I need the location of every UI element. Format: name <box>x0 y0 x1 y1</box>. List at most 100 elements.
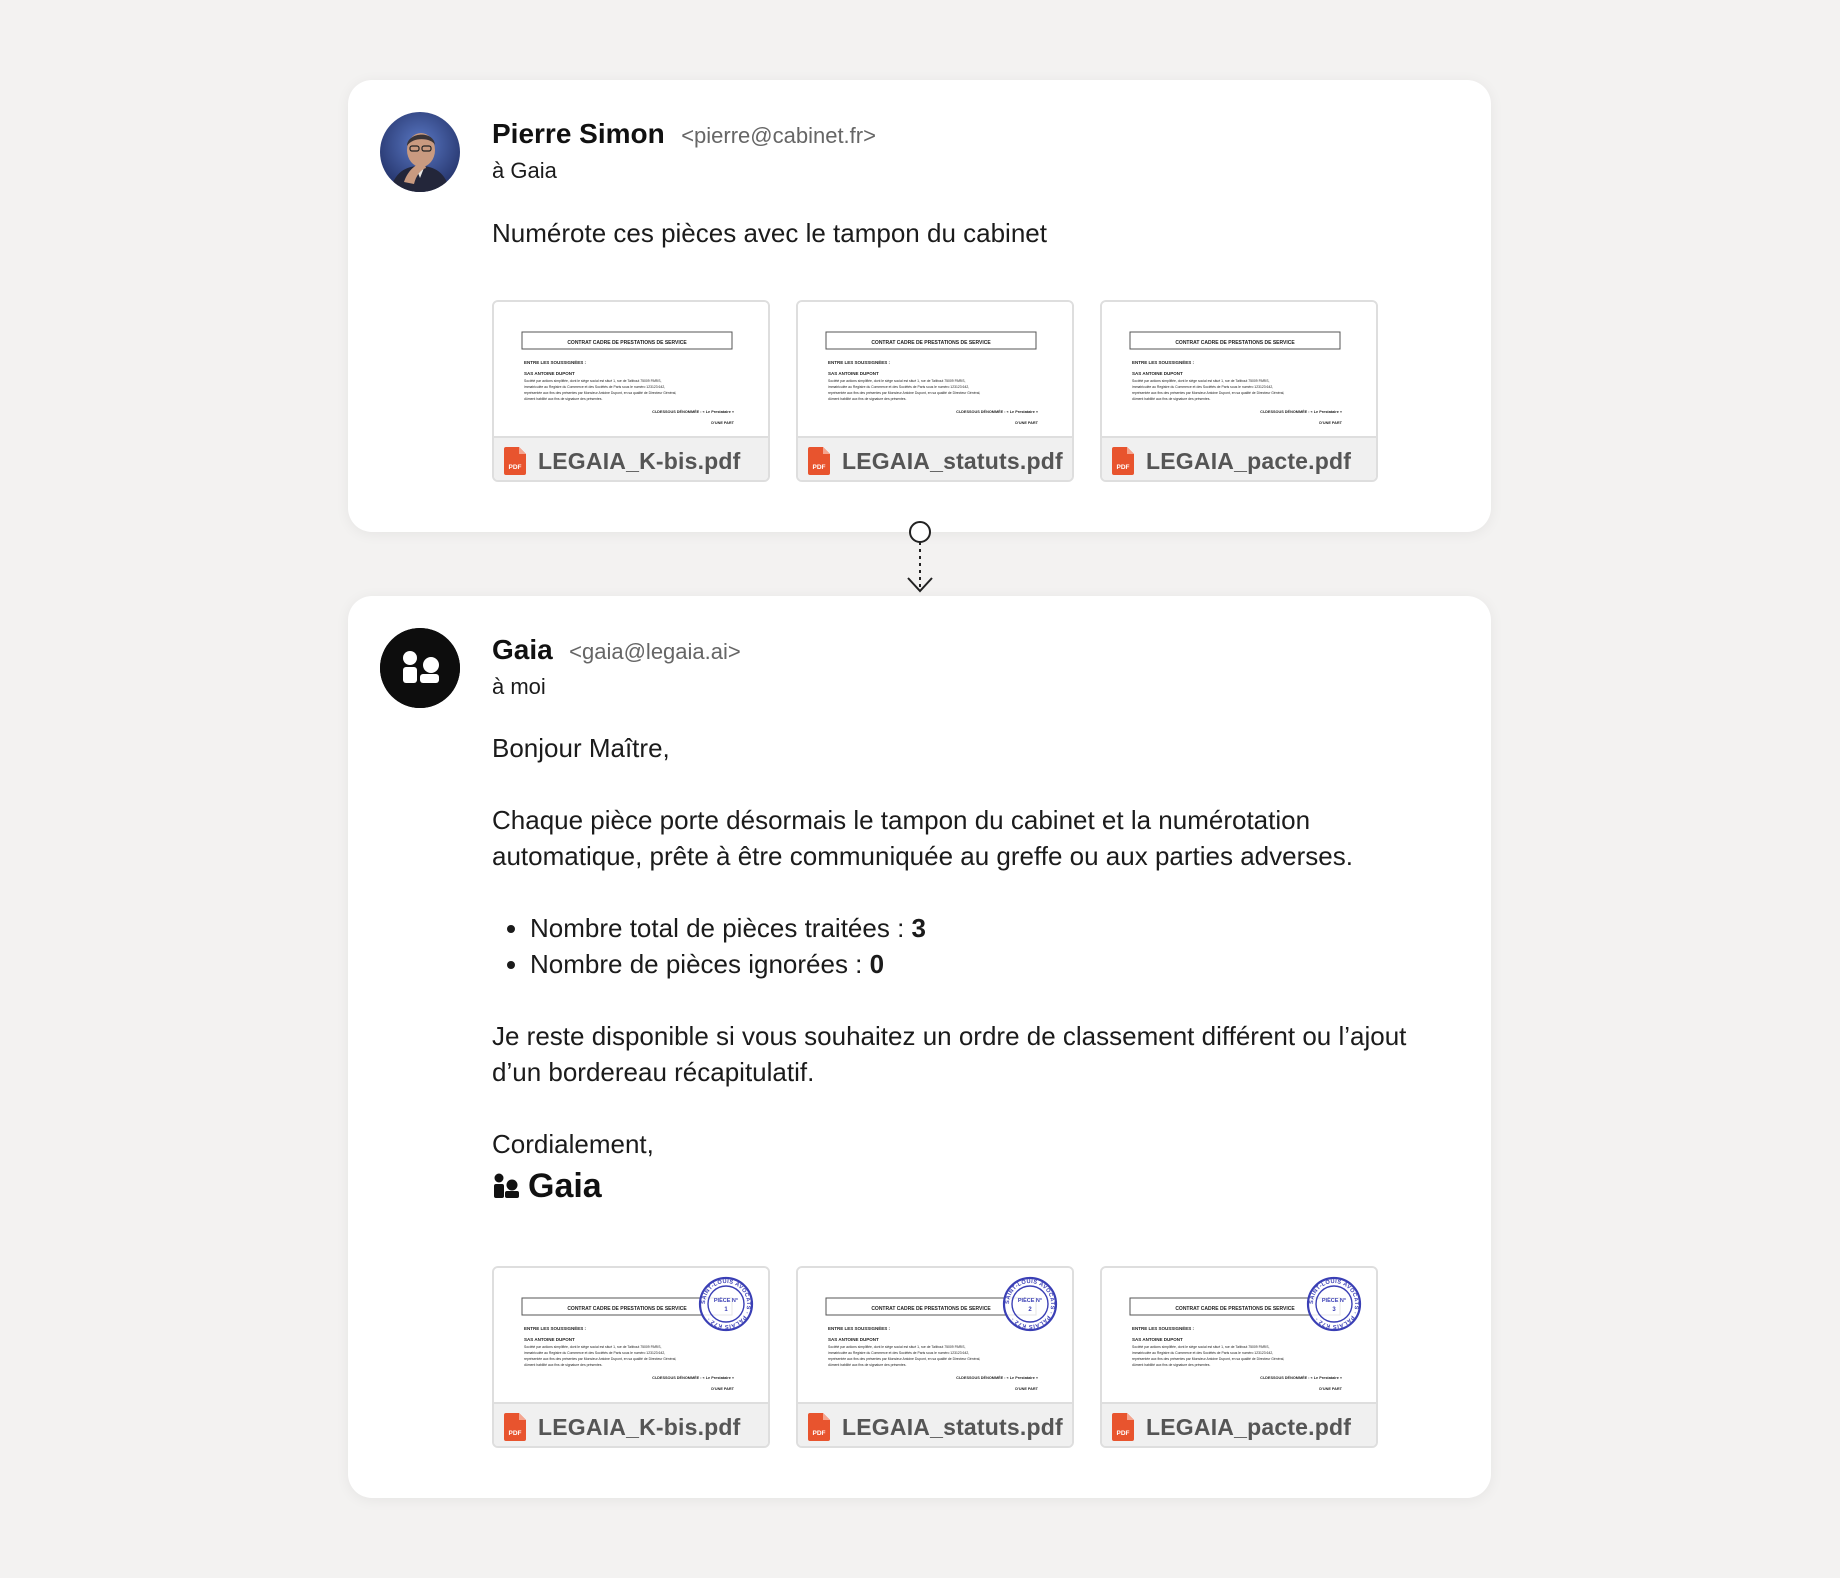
thumbnail-text: représentée aux fins des présentes par M… <box>524 1357 676 1361</box>
thumbnail-text: représentée aux fins des présentes par M… <box>1132 391 1284 395</box>
thumbnail-text: SAS ANTOINE DUPONT <box>524 1337 575 1342</box>
thumbnail-text: ENTRE LES SOUSSIGNÉES : <box>1132 1324 1195 1331</box>
thumbnail-text: CI-DESSOUS DÉNOMMÉE : « Le Prestataire » <box>652 409 734 414</box>
attachment-card[interactable]: CONTRAT CADRE DE PRESTATIONS DE SERVICE E… <box>796 300 1074 482</box>
message-text: Numérote ces pièces avec le tampon du ca… <box>492 218 1047 248</box>
thumbnail-text: CI-DESSOUS DÉNOMMÉE : « Le Prestataire » <box>1260 1375 1342 1380</box>
svg-text:PDF: PDF <box>813 464 826 471</box>
document-thumbnail: CONTRAT CADRE DE PRESTATIONS DE SERVICE E… <box>494 302 768 436</box>
thumbnail-text: ENTRE LES SOUSSIGNÉES : <box>828 1324 891 1331</box>
arrow-down-icon <box>907 521 933 593</box>
cabinet-stamp: SAINT-LOUIS AVOCATS · PALAIS K72 ·PIÈCE … <box>1306 1276 1362 1332</box>
document-thumbnail: CONTRAT CADRE DE PRESTATIONS DE SERVICE E… <box>1102 302 1376 436</box>
document-thumbnail: CONTRAT CADRE DE PRESTATIONS DE SERVICE E… <box>798 1268 1072 1402</box>
thumbnail-text: CONTRAT CADRE DE PRESTATIONS DE SERVICE <box>1175 1306 1295 1312</box>
file-bar: PDF LEGAIA_K-bis.pdf <box>494 436 768 480</box>
thumbnail-text: immatriculée au Registre du Commerce et … <box>1132 1351 1273 1355</box>
thumbnail-text: CI-DESSOUS DÉNOMMÉE : « Le Prestataire » <box>1260 409 1342 414</box>
closing-text: Cordialement, <box>492 1129 654 1159</box>
attachment-list: CONTRAT CADRE DE PRESTATIONS DE SERVICE E… <box>492 1266 1404 1448</box>
signature-name: Gaia <box>528 1167 602 1205</box>
file-bar: PDF LEGAIA_pacte.pdf <box>1102 436 1376 480</box>
greeting-text: Bonjour Maître, <box>492 733 670 763</box>
thumbnail-text: CI-DESSOUS DÉNOMMÉE : « Le Prestataire » <box>956 409 1038 414</box>
document-preview: CONTRAT CADRE DE PRESTATIONS DE SERVICE E… <box>521 331 735 425</box>
thumbnail-text: immatriculée au Registre du Commerce et … <box>828 385 969 389</box>
thumbnail-text: dûment habilité aux fins de signature de… <box>828 1363 906 1367</box>
svg-text:PDF: PDF <box>509 464 522 471</box>
svg-text:PDF: PDF <box>1117 1430 1130 1437</box>
stat-value: 3 <box>911 913 926 943</box>
thumbnail-text: immatriculée au Registre du Commerce et … <box>524 1351 665 1355</box>
thumbnail-text: dûment habilité aux fins de signature de… <box>1132 1363 1210 1367</box>
thumbnail-text: Société par actions simplifiée, dont le … <box>1132 379 1270 383</box>
thumbnail-text: immatriculée au Registre du Commerce et … <box>828 1351 969 1355</box>
attachment-card[interactable]: CONTRAT CADRE DE PRESTATIONS DE SERVICE E… <box>1100 300 1378 482</box>
recipient: à Gaia <box>492 158 557 183</box>
stamp-label: PIÈCE N° <box>1322 1296 1346 1304</box>
thumbnail-text: D'UNE PART <box>1319 1387 1342 1391</box>
thumbnail-text: ENTRE LES SOUSSIGNÉES : <box>1132 358 1195 365</box>
attachment-card[interactable]: CONTRAT CADRE DE PRESTATIONS DE SERVICE E… <box>492 300 770 482</box>
document-preview: CONTRAT CADRE DE PRESTATIONS DE SERVICE E… <box>1129 331 1343 425</box>
file-bar: PDF LEGAIA_statuts.pdf <box>798 436 1072 480</box>
document-thumbnail: CONTRAT CADRE DE PRESTATIONS DE SERVICE E… <box>798 302 1072 436</box>
thumbnail-text: SAS ANTOINE DUPONT <box>828 1337 879 1342</box>
pdf-file-icon: PDF <box>504 1413 526 1441</box>
reply-email-card: Gaia <gaia@legaia.ai> à moi Bonjour Maît… <box>348 596 1491 1498</box>
email-body: Bonjour Maître, Chaque pièce porte désor… <box>492 730 1452 1204</box>
svg-text:PDF: PDF <box>1117 464 1130 471</box>
thumbnail-text: CONTRAT CADRE DE PRESTATIONS DE SERVICE <box>871 1306 991 1312</box>
signature: Gaia <box>492 1168 1452 1204</box>
list-item: Nombre de pièces ignorées : 0 <box>530 946 1452 982</box>
file-name: LEGAIA_pacte.pdf <box>1146 1413 1352 1440</box>
svg-text:PDF: PDF <box>509 1430 522 1437</box>
gaia-avatar <box>380 628 460 708</box>
thumbnail-text: Société par actions simplifiée, dont le … <box>524 379 662 383</box>
file-name: LEGAIA_pacte.pdf <box>1146 447 1352 474</box>
attachment-card[interactable]: CONTRAT CADRE DE PRESTATIONS DE SERVICE E… <box>492 1266 770 1448</box>
attachment-card[interactable]: CONTRAT CADRE DE PRESTATIONS DE SERVICE E… <box>1100 1266 1378 1448</box>
thumbnail-text: immatriculée au Registre du Commerce et … <box>524 385 665 389</box>
sender-email[interactable]: <pierre@cabinet.fr> <box>681 123 876 148</box>
thumbnail-text: Société par actions simplifiée, dont le … <box>524 1345 662 1349</box>
gaia-logo-icon <box>494 1173 519 1198</box>
stat-label: Nombre total de pièces traitées : <box>530 913 912 943</box>
pdf-file-icon: PDF <box>1112 447 1134 475</box>
pdf-file-icon: PDF <box>1112 1413 1134 1441</box>
file-bar: PDF LEGAIA_K-bis.pdf <box>494 1402 768 1446</box>
cabinet-stamp: SAINT-LOUIS AVOCATS · PALAIS K72 ·PIÈCE … <box>698 1276 754 1332</box>
stat-value: 0 <box>869 949 885 979</box>
thumbnail-text: CI-DESSOUS DÉNOMMÉE : « Le Prestataire » <box>652 1375 734 1380</box>
file-name: LEGAIA_K-bis.pdf <box>538 447 741 474</box>
thumbnail-text: D'UNE PART <box>1319 421 1342 425</box>
thumbnail-text: SAS ANTOINE DUPONT <box>1132 371 1183 376</box>
file-bar: PDF LEGAIA_pacte.pdf <box>1102 1402 1376 1446</box>
gaia-logo-icon <box>380 628 460 708</box>
svg-text:PDF: PDF <box>813 1430 826 1437</box>
document-preview: CONTRAT CADRE DE PRESTATIONS DE SERVICE E… <box>825 1276 1058 1391</box>
stamp-label: PIÈCE N° <box>714 1296 738 1304</box>
thumbnail-text: CONTRAT CADRE DE PRESTATIONS DE SERVICE <box>1175 340 1295 346</box>
document-preview: CONTRAT CADRE DE PRESTATIONS DE SERVICE E… <box>825 331 1039 425</box>
request-email-card: Pierre Simon <pierre@cabinet.fr> à Gaia … <box>348 80 1491 532</box>
thumbnail-text: dûment habilité aux fins de signature de… <box>1132 397 1210 401</box>
attachment-card[interactable]: CONTRAT CADRE DE PRESTATIONS DE SERVICE E… <box>796 1266 1074 1448</box>
paragraph-availability: Je reste disponible si vous souhaitez un… <box>492 1021 1407 1087</box>
thumbnail-text: D'UNE PART <box>711 421 734 425</box>
thumbnail-text: SAS ANTOINE DUPONT <box>524 371 575 376</box>
thumbnail-text: ENTRE LES SOUSSIGNÉES : <box>524 358 587 365</box>
thumbnail-text: SAS ANTOINE DUPONT <box>1132 1337 1183 1342</box>
thumbnail-text: Société par actions simplifiée, dont le … <box>828 379 966 383</box>
thumbnail-text: CONTRAT CADRE DE PRESTATIONS DE SERVICE <box>871 340 991 346</box>
thumbnail-text: Société par actions simplifiée, dont le … <box>1132 1345 1270 1349</box>
pdf-file-icon: PDF <box>808 1413 830 1441</box>
stats-list: Nombre total de pièces traitées : 3 Nomb… <box>492 910 1452 982</box>
flow-connector <box>906 520 934 601</box>
thumbnail-text: Société par actions simplifiée, dont le … <box>828 1345 966 1349</box>
recipient: à moi <box>492 674 546 699</box>
pierre-avatar <box>380 112 460 192</box>
sender-email[interactable]: <gaia@legaia.ai> <box>569 639 741 664</box>
thumbnail-text: ENTRE LES SOUSSIGNÉES : <box>828 358 891 365</box>
file-bar: PDF LEGAIA_statuts.pdf <box>798 1402 1072 1446</box>
